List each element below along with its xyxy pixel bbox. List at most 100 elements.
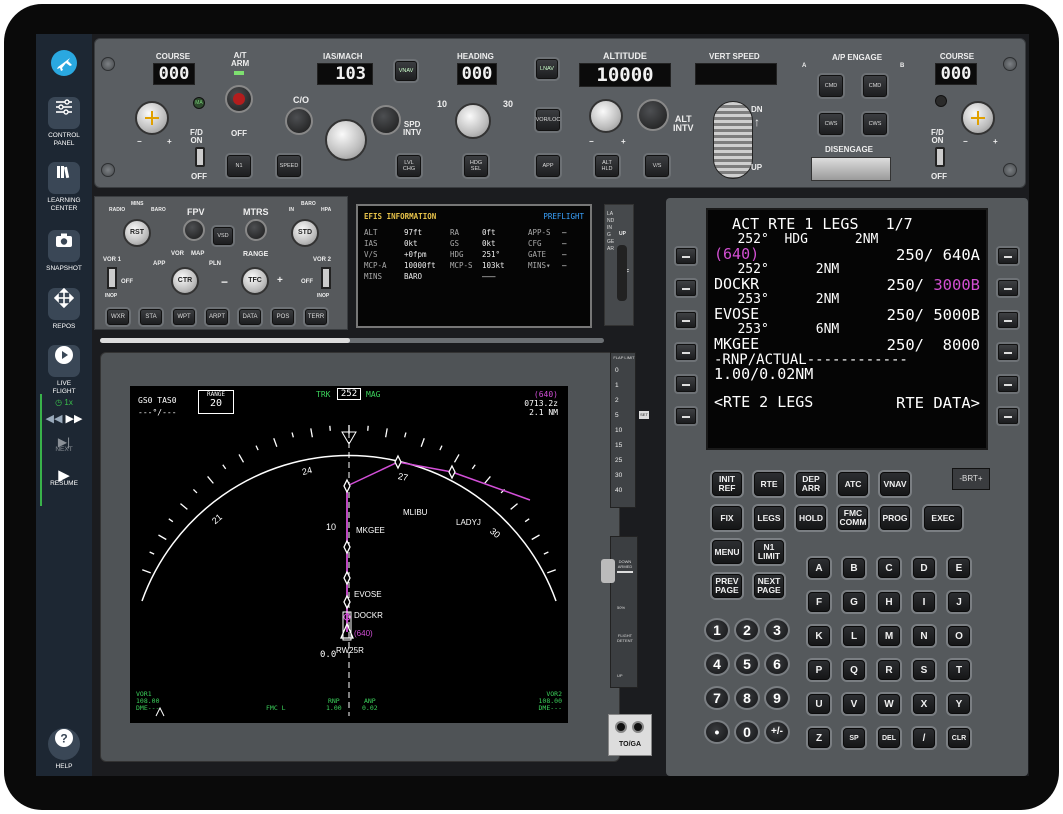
sidebar-item-control-panel[interactable]: CONTROL PANEL: [36, 91, 92, 148]
key-letter-k[interactable]: K: [808, 626, 830, 646]
lsk-right-2[interactable]: [998, 280, 1018, 296]
key-letter-q[interactable]: Q: [843, 660, 865, 680]
key-atc[interactable]: ATC: [838, 472, 868, 496]
key-letter-h[interactable]: H: [878, 592, 900, 612]
key-letter-s[interactable]: S: [913, 660, 935, 680]
key-fmc-comm[interactable]: FMC COMM: [838, 506, 868, 530]
key-num-9[interactable]: •: [704, 720, 730, 744]
key-hold[interactable]: HOLD: [796, 506, 826, 530]
lsk-left-2[interactable]: [676, 280, 696, 296]
ctr-knob[interactable]: CTR: [171, 267, 199, 295]
rewind-icon[interactable]: ◀◀: [46, 413, 63, 425]
fast-forward-icon[interactable]: ▶▶: [66, 413, 83, 425]
course-left-knob[interactable]: [135, 101, 169, 135]
cmd-b-button[interactable]: CMD: [863, 75, 887, 97]
lsk-right-6[interactable]: [998, 408, 1018, 424]
key-num-10[interactable]: 0: [734, 720, 760, 744]
spd-intv-button[interactable]: [371, 105, 401, 135]
key-fix[interactable]: FIX: [712, 506, 742, 530]
tfc-knob[interactable]: TFC: [241, 267, 269, 295]
efis-terr-button[interactable]: TERR: [305, 309, 327, 325]
brightness-control[interactable]: -BRT+: [952, 468, 990, 490]
key-letter-z[interactable]: Z: [808, 728, 830, 748]
std-knob[interactable]: STD: [291, 219, 319, 247]
key-letter-v[interactable]: V: [843, 694, 865, 714]
key-num-3[interactable]: 4: [704, 652, 730, 676]
key-letter-c[interactable]: C: [878, 558, 900, 578]
resume-button[interactable]: ▶ RESUME: [36, 468, 92, 488]
key-letter-r[interactable]: R: [878, 660, 900, 680]
scroll-thumb[interactable]: [100, 338, 350, 343]
key-num-4[interactable]: 5: [734, 652, 760, 676]
speed-selector-knob[interactable]: [325, 119, 367, 161]
cws-b-button[interactable]: CWS: [863, 113, 887, 135]
disengage-bar[interactable]: [811, 157, 891, 181]
vor2-switch[interactable]: [321, 267, 331, 289]
sim-rate[interactable]: ◷ 1x: [36, 399, 92, 407]
toga-button-left[interactable]: [615, 721, 627, 733]
key-letter-b[interactable]: B: [843, 558, 865, 578]
cmd-a-button[interactable]: CMD: [819, 75, 843, 97]
vnav-button[interactable]: VNAV: [395, 61, 417, 81]
key-letter-del[interactable]: DEL: [878, 728, 900, 748]
n1-button[interactable]: N1: [227, 155, 251, 177]
key-letter-t[interactable]: T: [948, 660, 970, 680]
fd-left-switch[interactable]: [195, 147, 205, 167]
next-button[interactable]: ▶| NEXT: [36, 436, 92, 454]
key-legs[interactable]: LEGS: [754, 506, 784, 530]
altitude-selector-knob[interactable]: [589, 99, 623, 133]
sidebar-item-live-flight[interactable]: LIVE FLIGHT: [36, 339, 92, 396]
key-num-1[interactable]: 2: [734, 618, 760, 642]
lsk-left-3[interactable]: [676, 312, 696, 328]
key-num-5[interactable]: 6: [764, 652, 790, 676]
lnav-button[interactable]: LNAV: [536, 59, 558, 79]
lsk-left-4[interactable]: [676, 344, 696, 360]
vor-loc-button[interactable]: VOR/LOC: [536, 109, 560, 131]
key-exec[interactable]: EXEC: [924, 506, 962, 530]
key-letter-x[interactable]: X: [913, 694, 935, 714]
efis-sta-button[interactable]: STA: [140, 309, 162, 325]
key-letter-u[interactable]: U: [808, 694, 830, 714]
key-n1-limit[interactable]: N1 LIMIT: [754, 540, 784, 564]
app-button[interactable]: APP: [536, 155, 560, 177]
vsd-button[interactable]: VSD: [213, 227, 233, 245]
key-prev-page[interactable]: PREV PAGE: [712, 574, 742, 598]
key-letter-sp[interactable]: SP: [843, 728, 865, 748]
lsk-left-6[interactable]: [676, 408, 696, 424]
toga-button-right[interactable]: [632, 721, 644, 733]
key-next-page[interactable]: NEXT PAGE: [754, 574, 784, 598]
key-rte[interactable]: RTE: [754, 472, 784, 496]
at-arm-switch[interactable]: [225, 85, 253, 113]
key-letter-o[interactable]: O: [948, 626, 970, 646]
alt-hld-button[interactable]: ALT HLD: [595, 155, 619, 177]
key-letter-j[interactable]: J: [948, 592, 970, 612]
fd-right-switch[interactable]: [935, 147, 945, 167]
key-num-2[interactable]: 3: [764, 618, 790, 642]
fpv-button[interactable]: [183, 219, 205, 241]
key-init-ref[interactable]: INIT REF: [712, 472, 742, 496]
key-num-0[interactable]: 1: [704, 618, 730, 642]
efis-data-button[interactable]: DATA: [239, 309, 261, 325]
key-letter-n[interactable]: N: [913, 626, 935, 646]
efis-pos-button[interactable]: POS: [272, 309, 294, 325]
mtrs-button[interactable]: [245, 219, 267, 241]
efis-wxr-button[interactable]: WXR: [107, 309, 129, 325]
key-letter-l[interactable]: L: [843, 626, 865, 646]
key-vnav[interactable]: VNAV: [880, 472, 910, 496]
lvl-chg-button[interactable]: LVL CHG: [397, 155, 421, 177]
gear-lever[interactable]: [617, 245, 627, 301]
key-letter-/[interactable]: /: [913, 728, 935, 748]
key-num-8[interactable]: 9: [764, 686, 790, 710]
key-menu[interactable]: MENU: [712, 540, 742, 564]
key-letter-w[interactable]: W: [878, 694, 900, 714]
lsk-right-1[interactable]: [998, 248, 1018, 264]
lsk-left-5[interactable]: [676, 376, 696, 392]
key-num-6[interactable]: 7: [704, 686, 730, 710]
sidebar-item-learning-center[interactable]: LEARNING CENTER: [36, 156, 92, 213]
efis-arpt-button[interactable]: ARPT: [206, 309, 228, 325]
vs-button[interactable]: V/S: [645, 155, 669, 177]
cws-a-button[interactable]: CWS: [819, 113, 843, 135]
vert-speed-wheel[interactable]: [713, 101, 753, 179]
key-num-7[interactable]: 8: [734, 686, 760, 710]
key-letter-f[interactable]: F: [808, 592, 830, 612]
